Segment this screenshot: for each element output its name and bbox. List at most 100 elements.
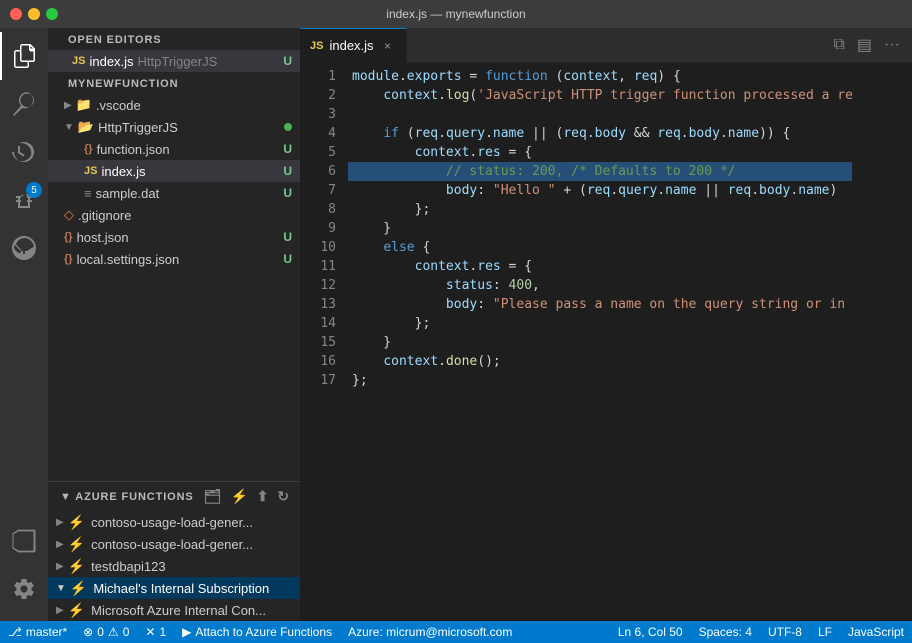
tab-close-button[interactable]: × xyxy=(380,38,396,54)
file-badge: U xyxy=(283,164,292,178)
code-line-3 xyxy=(348,105,852,124)
minimize-button[interactable] xyxy=(28,8,40,20)
js-file-icon2: JS xyxy=(84,165,97,177)
minimap-content xyxy=(852,63,912,621)
minimap xyxy=(852,63,912,621)
code-line-13: body: "Please pass a name on the query s… xyxy=(348,295,852,314)
tab-indexjs[interactable]: JS index.js × xyxy=(300,28,407,63)
eol-item[interactable]: LF xyxy=(810,621,840,643)
function-icon: ⚡ xyxy=(70,580,87,597)
open-editor-name: index.js xyxy=(89,54,133,69)
code-line-7: body: "Hello " + (req.query.name || req.… xyxy=(348,181,852,200)
code-line-15: } xyxy=(348,333,852,352)
azure-item-1[interactable]: ▶ ⚡ contoso-usage-load-gener... xyxy=(48,533,300,555)
info-item[interactable]: ✕ 1 xyxy=(137,621,174,643)
error-icon: ⊗ xyxy=(83,625,93,639)
tab-bar: JS index.js × ⧉ ▤ ··· xyxy=(300,28,912,63)
activity-source-control[interactable] xyxy=(0,128,48,176)
azure-item-0[interactable]: ▶ ⚡ contoso-usage-load-gener... xyxy=(48,511,300,533)
attach-azure-item[interactable]: ▶ Attach to Azure Functions xyxy=(174,621,340,643)
azure-item-2[interactable]: ▶ ⚡ testdbapi123 xyxy=(48,555,300,577)
activity-explorer[interactable] xyxy=(0,32,48,80)
azure-item-name: testdbapi123 xyxy=(91,559,165,574)
info-icon: ✕ xyxy=(145,625,155,639)
expand-icon: ▶ xyxy=(56,561,64,572)
file-name: index.js xyxy=(101,164,145,179)
git-branch-icon: ⎇ xyxy=(8,625,22,639)
encoding-item[interactable]: UTF-8 xyxy=(760,621,810,643)
code-line-1: module.exports = function (context, req)… xyxy=(348,67,852,86)
cursor-position-item[interactable]: Ln 6, Col 50 xyxy=(610,621,691,643)
json-file-icon2: {} xyxy=(64,231,73,243)
code-line-17: }; xyxy=(348,371,852,390)
file-name: sample.dat xyxy=(96,186,160,201)
file-functionjson[interactable]: {} function.json U xyxy=(48,138,300,160)
close-button[interactable] xyxy=(10,8,22,20)
azure-functions-header: ▼ AZURE FUNCTIONS 🗂 ⚡ ⬆ ↻ xyxy=(48,482,300,511)
activity-azure[interactable] xyxy=(0,517,48,565)
azure-functions-section: ▼ AZURE FUNCTIONS 🗂 ⚡ ⬆ ↻ ▶ ⚡ contoso-us… xyxy=(48,481,300,621)
indentation-label: Spaces: 4 xyxy=(699,625,752,639)
project-header: MYNEWFUNCTION xyxy=(48,72,300,94)
file-badge: U xyxy=(283,252,292,266)
file-name: .gitignore xyxy=(78,208,131,223)
info-count: 1 xyxy=(159,625,166,639)
code-content[interactable]: module.exports = function (context, req)… xyxy=(348,63,852,621)
file-sampledat[interactable]: ≡ sample.dat U xyxy=(48,182,300,204)
code-line-10: else { xyxy=(348,238,852,257)
azure-item-3[interactable]: ▼ ⚡ Michael's Internal Subscription xyxy=(48,577,300,599)
code-editor[interactable]: 1 2 3 4 5 6 7 8 9 10 11 12 13 14 15 16 1… xyxy=(300,63,912,621)
file-gitignore[interactable]: ◇ .gitignore xyxy=(48,204,300,226)
azure-create-icon[interactable]: 🗂 xyxy=(202,486,225,507)
code-line-8: }; xyxy=(348,200,852,219)
expand-icon: ▶ xyxy=(56,539,64,550)
activity-settings[interactable] xyxy=(0,565,48,613)
more-actions-button[interactable]: ··· xyxy=(880,34,904,56)
file-indexjs[interactable]: JS index.js U xyxy=(48,160,300,182)
folder-vscode[interactable]: ▶ 📁 .vscode xyxy=(48,94,300,116)
azure-lightning-icon[interactable]: ⚡ xyxy=(228,486,250,507)
tab-js-icon: JS xyxy=(310,40,323,52)
chevron-down-icon: ▼ xyxy=(64,122,74,133)
warning-icon: ⚠ xyxy=(108,625,119,639)
tab-bar-actions: ⧉ ▤ ··· xyxy=(829,33,912,57)
window-title: index.js — mynewfunction xyxy=(386,7,525,21)
open-editor-badge: U xyxy=(283,54,292,68)
warnings-count: 0 xyxy=(123,625,130,639)
activity-search[interactable] xyxy=(0,80,48,128)
editor-area: JS index.js × ⧉ ▤ ··· 1 2 3 4 5 6 7 8 9 xyxy=(300,28,912,621)
expand-icon: ▶ xyxy=(56,517,64,528)
file-hostjson[interactable]: {} host.json U xyxy=(48,226,300,248)
folder-httptriggerjs[interactable]: ▼ 📂 HttpTriggerJS xyxy=(48,116,300,138)
code-line-12: status: 400, xyxy=(348,276,852,295)
line-numbers: 1 2 3 4 5 6 7 8 9 10 11 12 13 14 15 16 1… xyxy=(300,63,348,621)
language-label: JavaScript xyxy=(848,625,904,639)
activity-extensions[interactable]: 5 xyxy=(0,176,48,224)
extensions-badge: 5 xyxy=(26,182,42,198)
status-right: Ln 6, Col 50 Spaces: 4 UTF-8 LF JavaScri… xyxy=(610,621,912,643)
azure-item-name: Michael's Internal Subscription xyxy=(93,581,269,596)
maximize-button[interactable] xyxy=(46,8,58,20)
tab-label: index.js xyxy=(329,38,373,53)
azure-refresh-icon[interactable]: ↻ xyxy=(275,486,292,507)
open-editor-indexjs[interactable]: JS index.js HttpTriggerJS U xyxy=(48,50,300,72)
main-layout: 5 OPEN EDITORS JS index.js HttpTriggerJS… xyxy=(0,28,912,621)
js-file-icon: JS xyxy=(72,55,85,67)
indentation-item[interactable]: Spaces: 4 xyxy=(691,621,760,643)
file-localsettings[interactable]: {} local.settings.json U xyxy=(48,248,300,270)
status-left: ⎇ master* ⊗ 0 ⚠ 0 ✕ 1 ▶ Attach to Azure … xyxy=(0,621,520,643)
language-item[interactable]: JavaScript xyxy=(840,621,912,643)
errors-item[interactable]: ⊗ 0 ⚠ 0 xyxy=(75,621,137,643)
azure-upload-icon[interactable]: ⬆ xyxy=(255,486,272,507)
open-editors-list: JS index.js HttpTriggerJS U xyxy=(48,50,300,72)
azure-email-item[interactable]: Azure: micrum@microsoft.com xyxy=(340,621,520,643)
activity-remote[interactable] xyxy=(0,224,48,272)
azure-item-4[interactable]: ▶ ⚡ Microsoft Azure Internal Con... xyxy=(48,599,300,621)
play-icon: ▶ xyxy=(182,625,191,639)
window-controls[interactable] xyxy=(10,8,58,20)
split-editor-button[interactable]: ⧉ xyxy=(829,34,848,56)
folder-icon: 📁 xyxy=(76,97,92,113)
status-bar: ⎇ master* ⊗ 0 ⚠ 0 ✕ 1 ▶ Attach to Azure … xyxy=(0,621,912,643)
toggle-sidebar-button[interactable]: ▤ xyxy=(853,33,876,57)
git-branch-item[interactable]: ⎇ master* xyxy=(0,621,75,643)
